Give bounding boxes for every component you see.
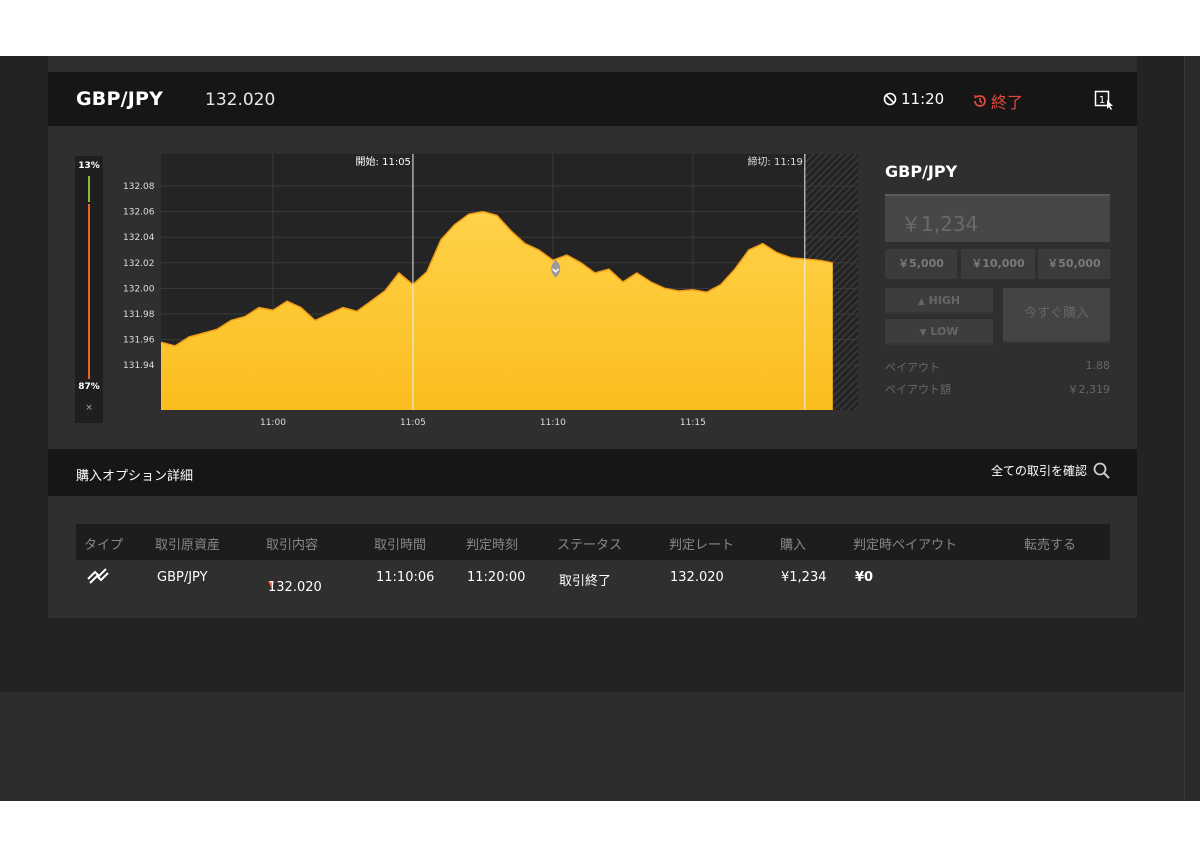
row-payout: ¥0 bbox=[855, 570, 874, 585]
col-trade-time: 取引時間 bbox=[374, 538, 427, 553]
high-label: HIGH bbox=[928, 294, 961, 307]
low-percentage: 87% bbox=[78, 382, 100, 392]
x-tick-label: 11:15 bbox=[680, 418, 706, 428]
ended-status: 終了 bbox=[972, 89, 1023, 113]
high-low-type-icon bbox=[85, 566, 111, 590]
view-all-trades-link[interactable]: 全ての取引を確認 bbox=[991, 462, 1110, 479]
y-tick-label: 131.96 bbox=[123, 336, 155, 346]
quick-amount-5000[interactable]: ￥5,000 bbox=[885, 249, 957, 279]
quick-amount-50000[interactable]: ￥50,000 bbox=[1038, 249, 1110, 279]
col-judge-rate: 判定レート bbox=[669, 538, 735, 553]
price-chart: 132.08 132.06 132.04 132.02 132.00 131.98 131.… bbox=[123, 154, 858, 428]
timer-text: 11:20 bbox=[901, 90, 945, 108]
col-asset: 取引原資産 bbox=[155, 538, 221, 553]
payout-row: ペイアウト 1.88 bbox=[885, 359, 1110, 375]
col-status: ステータス bbox=[557, 538, 623, 553]
view-all-label: 全ての取引を確認 bbox=[990, 464, 1087, 478]
row-content-value: 132.020 bbox=[268, 580, 322, 595]
start-label: 開始: 11:05 bbox=[356, 155, 411, 168]
high-percentage: 13% bbox=[78, 161, 100, 171]
current-price: 132.020 bbox=[205, 90, 276, 110]
row-judge-time: 11:20:00 bbox=[467, 570, 526, 585]
payout-amount-row: ペイアウト額 ￥2,319 bbox=[885, 381, 1110, 397]
y-tick-label: 131.94 bbox=[123, 361, 155, 371]
quick-amount-10000[interactable]: ￥10,000 bbox=[961, 249, 1035, 279]
asset-pair: GBP/JPY bbox=[76, 88, 164, 110]
row-judge-rate: 132.020 bbox=[670, 570, 724, 585]
y-tick-label: 132.06 bbox=[123, 208, 155, 218]
y-tick-label: 131.98 bbox=[123, 310, 155, 320]
order-asset-title: GBP/JPY bbox=[885, 162, 958, 181]
details-panel: タイプ 取引原資産 取引内容 取引時間 判定時刻 ステータス 判定レート 購入 … bbox=[48, 496, 1137, 618]
ended-label: 終了 bbox=[991, 93, 1024, 112]
low-sentiment-line bbox=[88, 204, 90, 379]
high-sentiment-line bbox=[88, 176, 90, 202]
table-row[interactable]: GBP/JPY ▼ 132.020 11:10:06 11:20:00 取引終了 … bbox=[76, 560, 1110, 596]
history-icon bbox=[974, 95, 986, 107]
col-content: 取引内容 bbox=[266, 538, 319, 553]
row-purchase: ¥1,234 bbox=[781, 570, 827, 585]
x-tick-label: 11:00 bbox=[260, 418, 286, 428]
high-button[interactable]: ▲ HIGH bbox=[885, 288, 993, 314]
search-icon bbox=[1093, 462, 1110, 479]
col-type: タイプ bbox=[84, 538, 124, 553]
row-trade-time: 11:10:06 bbox=[376, 570, 435, 585]
deadline-label: 締切: 11:19 bbox=[747, 155, 802, 168]
payout-amount-value: ￥2,319 bbox=[1067, 383, 1111, 396]
low-label: LOW bbox=[930, 325, 959, 338]
payout-value: 1.88 bbox=[1085, 359, 1111, 372]
y-tick-label: 132.04 bbox=[123, 233, 155, 243]
col-payout: 判定時ペイアウト bbox=[853, 538, 958, 553]
expand-chart-icon[interactable]: 1 bbox=[1094, 90, 1114, 110]
col-resell: 転売する bbox=[1024, 538, 1077, 553]
amount-input[interactable]: ￥1,234 bbox=[885, 194, 1110, 242]
trade-header: GBP/JPY 132.020 11:20 終了 1 bbox=[48, 72, 1137, 126]
details-title: 購入オプション詳細 bbox=[76, 469, 194, 484]
details-header: 購入オプション詳細 全ての取引を確認 bbox=[48, 449, 1137, 496]
expiry-timer: 11:20 bbox=[883, 90, 944, 108]
bottom-area bbox=[0, 692, 1184, 801]
x-tick-label: 11:05 bbox=[400, 418, 426, 428]
col-judge-time: 判定時刻 bbox=[466, 538, 519, 553]
payout-amount-label: ペイアウト額 bbox=[885, 383, 951, 396]
buy-now-button[interactable]: 今すぐ購入 bbox=[1003, 288, 1110, 343]
top-strip bbox=[48, 56, 1137, 72]
y-tick-label: 132.00 bbox=[123, 284, 155, 294]
up-arrow-icon: ▲ bbox=[917, 297, 925, 307]
no-entry-icon bbox=[883, 92, 897, 106]
table-header: タイプ 取引原資産 取引内容 取引時間 判定時刻 ステータス 判定レート 購入 … bbox=[76, 524, 1110, 560]
y-tick-label: 132.02 bbox=[123, 259, 155, 269]
payout-label: ペイアウト bbox=[885, 361, 940, 374]
row-asset: GBP/JPY bbox=[157, 570, 208, 585]
col-purchase: 購入 bbox=[780, 538, 807, 553]
x-tick-label: 11:10 bbox=[540, 418, 566, 428]
low-button[interactable]: ▼ LOW bbox=[885, 319, 993, 345]
down-arrow-icon: ▼ bbox=[919, 328, 927, 338]
expand-number: 1 bbox=[1099, 95, 1105, 106]
chart-panel: 13% 87% × 132.08 132.06 132.04 132.02 132.00… bbox=[48, 126, 1137, 449]
close-sentiment-button[interactable]: × bbox=[75, 403, 103, 413]
y-tick-label: 132.08 bbox=[123, 182, 155, 192]
sentiment-bar: 13% 87% × bbox=[75, 156, 103, 423]
row-status: 取引終了 bbox=[559, 574, 612, 589]
right-scroll-area bbox=[1184, 56, 1200, 801]
app-frame: GBP/JPY 132.020 11:20 終了 1 13% 87% × 132… bbox=[0, 56, 1200, 801]
